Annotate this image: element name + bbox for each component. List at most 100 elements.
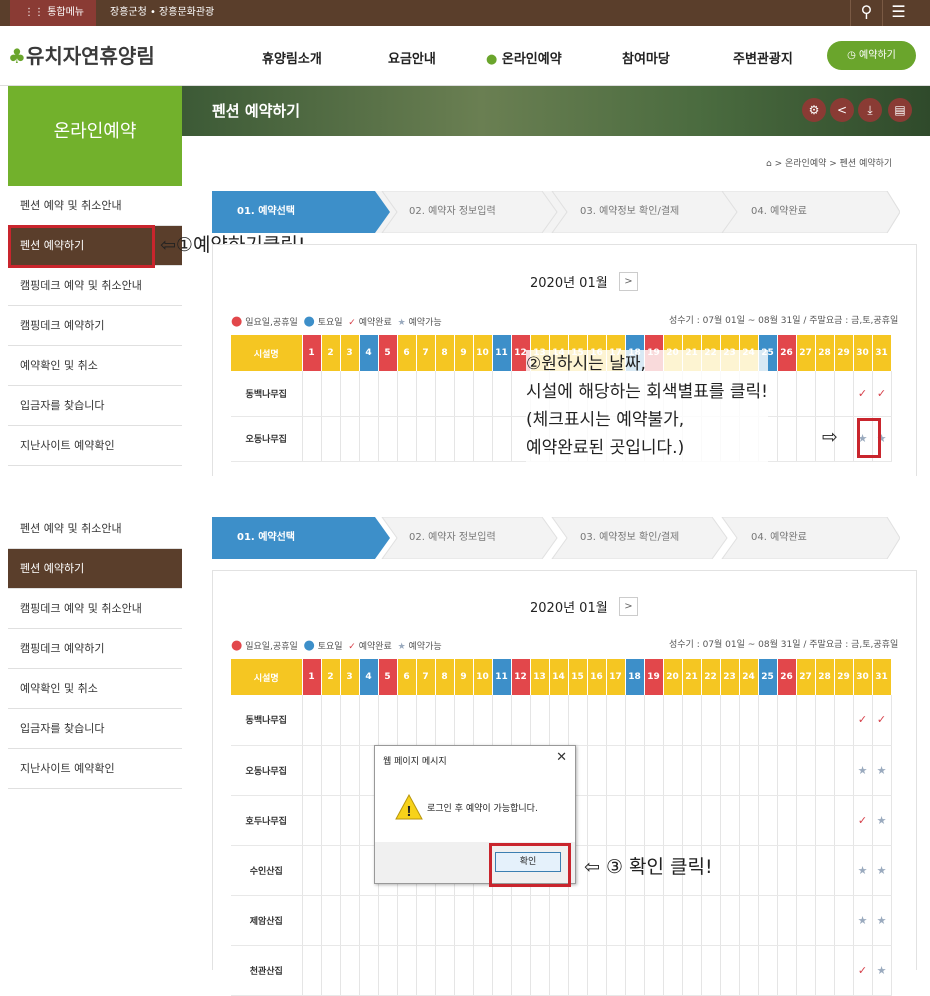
annotation-step3: ⇦ ③ 확인 클릭!	[584, 856, 713, 878]
red-dot-icon: ●	[231, 314, 243, 329]
day-header: 25	[758, 659, 778, 695]
star-icon[interactable]: ★	[858, 864, 868, 877]
day-header: 24	[739, 659, 759, 695]
day-cell	[739, 695, 759, 746]
day-cell	[682, 795, 702, 846]
next-month-button[interactable]: >	[619, 272, 638, 291]
day-cell	[796, 845, 816, 896]
day-cell	[796, 895, 816, 946]
side-item-check-cancel[interactable]: 예약확인 및 취소	[8, 669, 182, 709]
download-icon[interactable]: ⤓	[858, 98, 882, 122]
day-cell	[321, 416, 341, 462]
day-cell[interactable]: ★	[872, 795, 892, 846]
day-cell	[302, 795, 322, 846]
clock-icon: ◷	[847, 50, 860, 61]
svg-text:!: !	[407, 803, 412, 820]
check-icon: ✓	[857, 963, 868, 977]
side-item-pension-guide[interactable]: 펜션 예약 및 취소안내	[8, 509, 182, 549]
day-cell[interactable]: ★	[853, 845, 873, 896]
all-menu-button[interactable]: ⋮⋮ 통합메뉴	[10, 0, 96, 26]
day-header: 18	[625, 659, 645, 695]
step-1: 01. 예약선택	[237, 206, 295, 217]
day-header: 29	[834, 335, 854, 371]
side-item-depositor[interactable]: 입금자를 찾습니다	[8, 709, 182, 749]
close-icon[interactable]: ✕	[556, 750, 567, 765]
star-icon[interactable]: ★	[877, 864, 887, 877]
facility-row: 천관산집 ✓ ★	[231, 945, 892, 996]
day-cell	[340, 945, 360, 996]
day-cell	[302, 416, 322, 462]
step-1: 01. 예약선택	[237, 532, 295, 543]
legend: ● 일요일,공휴일 ● 토요일 ✓ 예약완료 ★ 예약가능	[231, 314, 442, 329]
star-icon[interactable]: ★	[877, 964, 887, 977]
day-header: 1	[302, 335, 322, 371]
search-icon[interactable]: ⚲	[850, 0, 882, 26]
next-month-button[interactable]: >	[619, 597, 638, 616]
day-cell[interactable]: ★	[872, 895, 892, 946]
day-cell	[663, 745, 683, 796]
day-cell	[777, 895, 797, 946]
nav-item-fee[interactable]: 요금안내	[388, 48, 436, 67]
nav-item-intro[interactable]: 휴양림소개	[262, 48, 322, 67]
settings-icon[interactable]: ⚙	[802, 98, 826, 122]
top-links[interactable]: 장흥군청 • 장흥문화관광	[110, 0, 214, 26]
home-icon[interactable]: ⌂	[766, 159, 775, 169]
side-item-pension-guide[interactable]: 펜션 예약 및 취소안내	[8, 186, 182, 226]
annotation-step2: ②원하시는 날짜, 시설에 해당하는 회색별표를 클릭! (체크표시는 예약불가…	[526, 350, 768, 462]
day-header: 17	[606, 659, 626, 695]
day-cell	[568, 895, 588, 946]
nav-item-tourism[interactable]: 주변관광지	[733, 48, 793, 67]
star-icon: ★	[397, 318, 406, 328]
nav-item-online-reservation[interactable]: ● 온라인예약	[486, 48, 562, 67]
day-cell	[758, 845, 778, 896]
day-cell[interactable]: ★	[853, 745, 873, 796]
tree-icon: ♣	[8, 44, 26, 68]
side-item-depositor[interactable]: 입금자를 찾습니다	[8, 386, 182, 426]
reserve-button[interactable]: ◷ 예약하기	[827, 41, 916, 70]
top-bar: ⋮⋮ 통합메뉴 장흥군청 • 장흥문화관광 ⚲ ☰	[0, 0, 930, 26]
breadcrumb: ⌂ > 온라인예약 > 펜션 예약하기	[766, 159, 893, 169]
day-cell	[397, 895, 417, 946]
day-cell[interactable]: ★	[872, 845, 892, 896]
side-item-old-site[interactable]: 지난사이트 예약확인	[8, 426, 182, 466]
blue-dot-icon: ●	[303, 638, 315, 653]
side-item-camping-guide[interactable]: 캠핑데크 예약 및 취소안내	[8, 589, 182, 629]
day-cell	[834, 895, 854, 946]
day-cell	[815, 371, 835, 417]
star-icon[interactable]: ★	[858, 764, 868, 777]
day-cell	[378, 695, 398, 746]
day-cell	[302, 371, 322, 417]
side-item-camping-reserve[interactable]: 캠핑데크 예약하기	[8, 629, 182, 669]
day-header: 26	[777, 335, 797, 371]
day-header: 2	[321, 659, 341, 695]
star-icon[interactable]: ★	[858, 914, 868, 927]
share-icon[interactable]: <	[830, 98, 854, 122]
star-icon[interactable]: ★	[877, 914, 887, 927]
step-2: 02. 예약자 정보입력	[409, 206, 496, 217]
facility-row: 제암산집 ★ ★	[231, 895, 892, 946]
highlight-box-star	[857, 418, 881, 458]
day-cell[interactable]: ★	[872, 945, 892, 996]
day-header: 31	[872, 335, 892, 371]
hamburger-icon[interactable]: ☰	[882, 0, 914, 26]
day-cell	[397, 416, 417, 462]
day-cell	[587, 695, 607, 746]
nav-item-community[interactable]: 참여마당	[622, 48, 670, 67]
day-cell[interactable]: ★	[872, 745, 892, 796]
day-cell	[378, 416, 398, 462]
side-item-pension-reserve[interactable]: 펜션 예약하기	[8, 549, 182, 589]
side-item-check-cancel[interactable]: 예약확인 및 취소	[8, 346, 182, 386]
day-cell	[587, 945, 607, 996]
star-icon[interactable]: ★	[877, 814, 887, 827]
day-cell: ✓	[853, 371, 873, 417]
print-icon[interactable]: ▤	[888, 98, 912, 122]
star-icon[interactable]: ★	[877, 764, 887, 777]
side-item-camping-guide[interactable]: 캠핑데크 예약 및 취소안내	[8, 266, 182, 306]
side-item-old-site[interactable]: 지난사이트 예약확인	[8, 749, 182, 789]
site-logo[interactable]: ♣유치자연휴양림	[8, 40, 155, 69]
day-header: 7	[416, 659, 436, 695]
day-cell	[416, 945, 436, 996]
day-cell[interactable]: ★	[853, 895, 873, 946]
step-2: 02. 예약자 정보입력	[409, 532, 496, 543]
side-item-camping-reserve[interactable]: 캠핑데크 예약하기	[8, 306, 182, 346]
